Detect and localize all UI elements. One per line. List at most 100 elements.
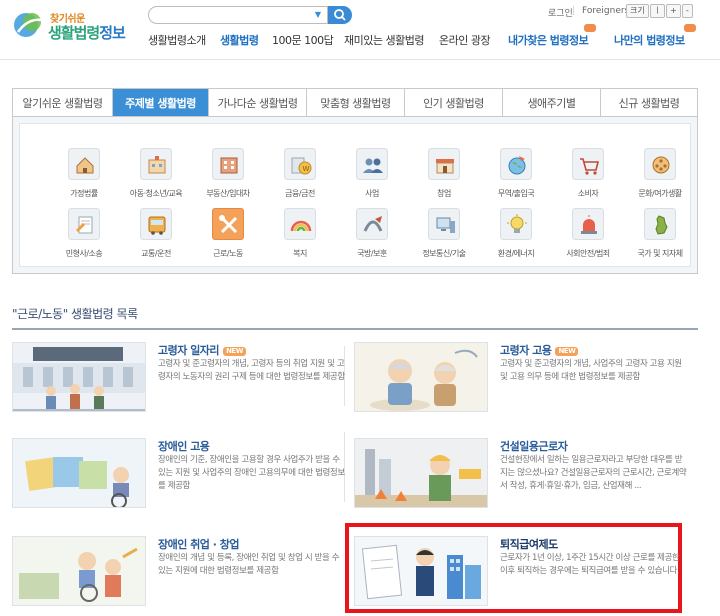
category-finance[interactable]: W 금융/금전 [264, 148, 336, 212]
nav-fun-law[interactable]: 재미있는 생활법령 [344, 32, 424, 48]
card-description: 장애인의 개념 및 등록, 장애인 취업 및 창업 시 받을 수 있는 지원에 … [158, 553, 340, 576]
korea-map-icon [644, 208, 676, 240]
category-government[interactable]: 국가 및 지자체 [624, 208, 696, 272]
category-label: 창업 [437, 189, 451, 198]
card-title-text[interactable]: 퇴직급여제도 [500, 538, 558, 551]
search-bar: ▼ [148, 6, 352, 24]
tab-new[interactable]: 신규 생활법령 [601, 89, 697, 116]
category-label: 사업 [365, 189, 379, 198]
category-it-tech[interactable]: 정보통신/기술 [408, 208, 480, 272]
card-description: 건설현장에서 일하는 일용근로자라고 부당한 대우를 받지는 않으셨나요? 건설… [500, 455, 687, 491]
search-box: ▼ [148, 6, 328, 24]
nav-life-law[interactable]: 생활법령 [220, 32, 259, 48]
font-size-increase-button[interactable]: + [666, 4, 681, 18]
tools-icon [212, 208, 244, 240]
nav-intro[interactable]: 생활법령소개 [148, 32, 206, 48]
category-label: 근로/노동 [213, 249, 243, 258]
category-consumer[interactable]: 소비자 [552, 148, 624, 212]
law-card-disabled-job-startup[interactable]: 장애인 취업 · 창업 장애인의 개념 및 등록, 장애인 취업 및 창업 시 … [12, 536, 348, 610]
law-card-senior-jobs[interactable]: 고령자 일자리 NEW 고령자 및 준고령자의 개념, 고령자 등의 취업 지원 … [12, 342, 348, 416]
tab-custom[interactable]: 맞춤형 생활법령 [307, 89, 405, 116]
font-size-label: 크기 [626, 4, 649, 18]
search-button[interactable] [328, 6, 352, 24]
card-title[interactable]: 장애인 취업 · 창업 [158, 536, 240, 552]
rainbow-icon [284, 208, 316, 240]
category-defense[interactable]: 국방/보훈 [336, 208, 408, 272]
card-title[interactable]: 고령자 고용 NEW [500, 342, 579, 358]
category-label: 복지 [293, 249, 307, 258]
card-title[interactable]: 퇴직급여제도 [500, 536, 558, 552]
nav-my-search[interactable]: 내가찾은 법령정보 [508, 32, 589, 48]
category-startup[interactable]: 창업 [408, 148, 480, 212]
category-label: 국가 및 지자체 [637, 249, 683, 258]
font-size-decrease-button[interactable]: - [681, 4, 693, 18]
new-badge: NEW [555, 346, 579, 356]
nav-100qa[interactable]: 100문 100답 [272, 32, 334, 48]
category-label: 가정법률 [70, 189, 98, 198]
category-labor[interactable]: 근로/노동 [192, 208, 264, 272]
foreigners-link[interactable]: Foreigners [582, 6, 629, 16]
card-thumbnail [12, 438, 146, 508]
building-icon [212, 148, 244, 180]
category-culture-leisure[interactable]: 문화/여가생활 [624, 148, 696, 212]
card-title-text[interactable]: 고령자 고용 [500, 344, 552, 357]
tab-alphabetical[interactable]: 가나다순 생활법령 [209, 89, 307, 116]
card-title[interactable]: 고령자 일자리 NEW [158, 342, 246, 358]
category-youth-education[interactable]: 아동·청소년/교육 [120, 148, 192, 212]
card-thumbnail [354, 536, 488, 606]
category-label: 아동·청소년/교육 [129, 189, 183, 198]
card-description: 근로자가 1년 이상, 1주간 15시간 이상 근로를 제공한 이후 퇴직하는 … [500, 553, 680, 576]
card-description: 장애인의 기준, 장애인을 고용할 경우 사업주가 받을 수 있는 지원 및 사… [158, 455, 345, 491]
law-card-senior-employment[interactable]: 고령자 고용 NEW 고령자 및 준고령자의 개념, 사업주의 고령자 고용 지원… [354, 342, 690, 416]
category-label: 문화/여가생활 [638, 189, 682, 198]
list-title-divider [12, 328, 698, 330]
computer-icon [428, 208, 460, 240]
category-label: 민형사/소송 [65, 249, 103, 258]
category-real-estate[interactable]: 부동산/임대차 [192, 148, 264, 212]
card-title[interactable]: 장애인 고용 [158, 438, 210, 454]
card-thumbnail [12, 536, 146, 606]
search-input[interactable] [149, 7, 309, 23]
main-nav: 생활법령소개 생활법령 100문 100답 재미있는 생활법령 온라인 광장 내… [0, 24, 720, 50]
category-label: 소비자 [577, 189, 599, 198]
category-welfare[interactable]: 복지 [264, 208, 336, 272]
category-trade-immigration[interactable]: 무역/출입국 [480, 148, 552, 212]
card-description: 고령자 및 준고령자의 개념, 사업주의 고령자 고용 지원 및 고용 의무 등… [500, 359, 682, 382]
category-label: 정보통신/기술 [422, 249, 466, 258]
card-title[interactable]: 건설일용근로자 [500, 438, 568, 454]
people-icon [356, 148, 388, 180]
tab-life-cycle[interactable]: 생애주기별 [503, 89, 601, 116]
category-label: 교통/운전 [141, 249, 171, 258]
category-family-law[interactable]: 가정법률 [48, 148, 120, 212]
card-title-text[interactable]: 장애인 고용 [158, 440, 210, 453]
category-label: 환경/에너지 [497, 249, 535, 258]
category-civil-criminal[interactable]: 민형사/소송 [48, 208, 120, 272]
list-title: "근로/노동" 생활법령 목록 [12, 307, 138, 321]
card-thumbnail [354, 438, 488, 508]
card-title-text[interactable]: 고령자 일자리 [158, 344, 220, 357]
card-thumbnail [12, 342, 146, 412]
category-environment[interactable]: 환경/에너지 [480, 208, 552, 272]
card-title-text[interactable]: 장애인 취업 · 창업 [158, 538, 240, 551]
font-size-reset-button[interactable]: ㅣ [649, 4, 666, 18]
law-card-disabled-employment[interactable]: 장애인 고용 장애인의 기준, 장애인을 고용할 경우 사업주가 받을 수 있는… [12, 438, 348, 512]
category-business[interactable]: 사업 [336, 148, 408, 212]
bus-icon [140, 208, 172, 240]
category-safety-crime[interactable]: 사회안전/범죄 [552, 208, 624, 272]
category-grid: 가정법률 아동·청소년/교육 부동산/임대차 W 금융/금전 사업 창업 무역/… [19, 123, 691, 267]
search-icon [334, 9, 346, 21]
medal-icon [356, 208, 388, 240]
card-title-text[interactable]: 건설일용근로자 [500, 440, 568, 453]
tab-by-topic[interactable]: 주제별 생활법령 [113, 89, 209, 116]
house-icon [68, 148, 100, 180]
tab-easy-law[interactable]: 알기쉬운 생활법령 [13, 89, 113, 116]
tab-popular[interactable]: 인기 생활법령 [405, 89, 503, 116]
law-card-retirement-benefit[interactable]: 퇴직급여제도 근로자가 1년 이상, 1주간 15시간 이상 근로를 제공한 이… [354, 536, 690, 610]
category-traffic[interactable]: 교통/운전 [120, 208, 192, 272]
nav-online-plaza[interactable]: 온라인 광장 [439, 32, 491, 48]
law-card-construction-workers[interactable]: 건설일용근로자 건설현장에서 일하는 일용근로자라고 부당한 대우를 받지는 않… [354, 438, 690, 512]
nav-my-law[interactable]: 나만의 법령정보 [614, 32, 685, 48]
search-dropdown-icon[interactable]: ▼ [315, 10, 321, 19]
siren-icon [572, 208, 604, 240]
login-link[interactable]: 로그인 [548, 6, 573, 19]
